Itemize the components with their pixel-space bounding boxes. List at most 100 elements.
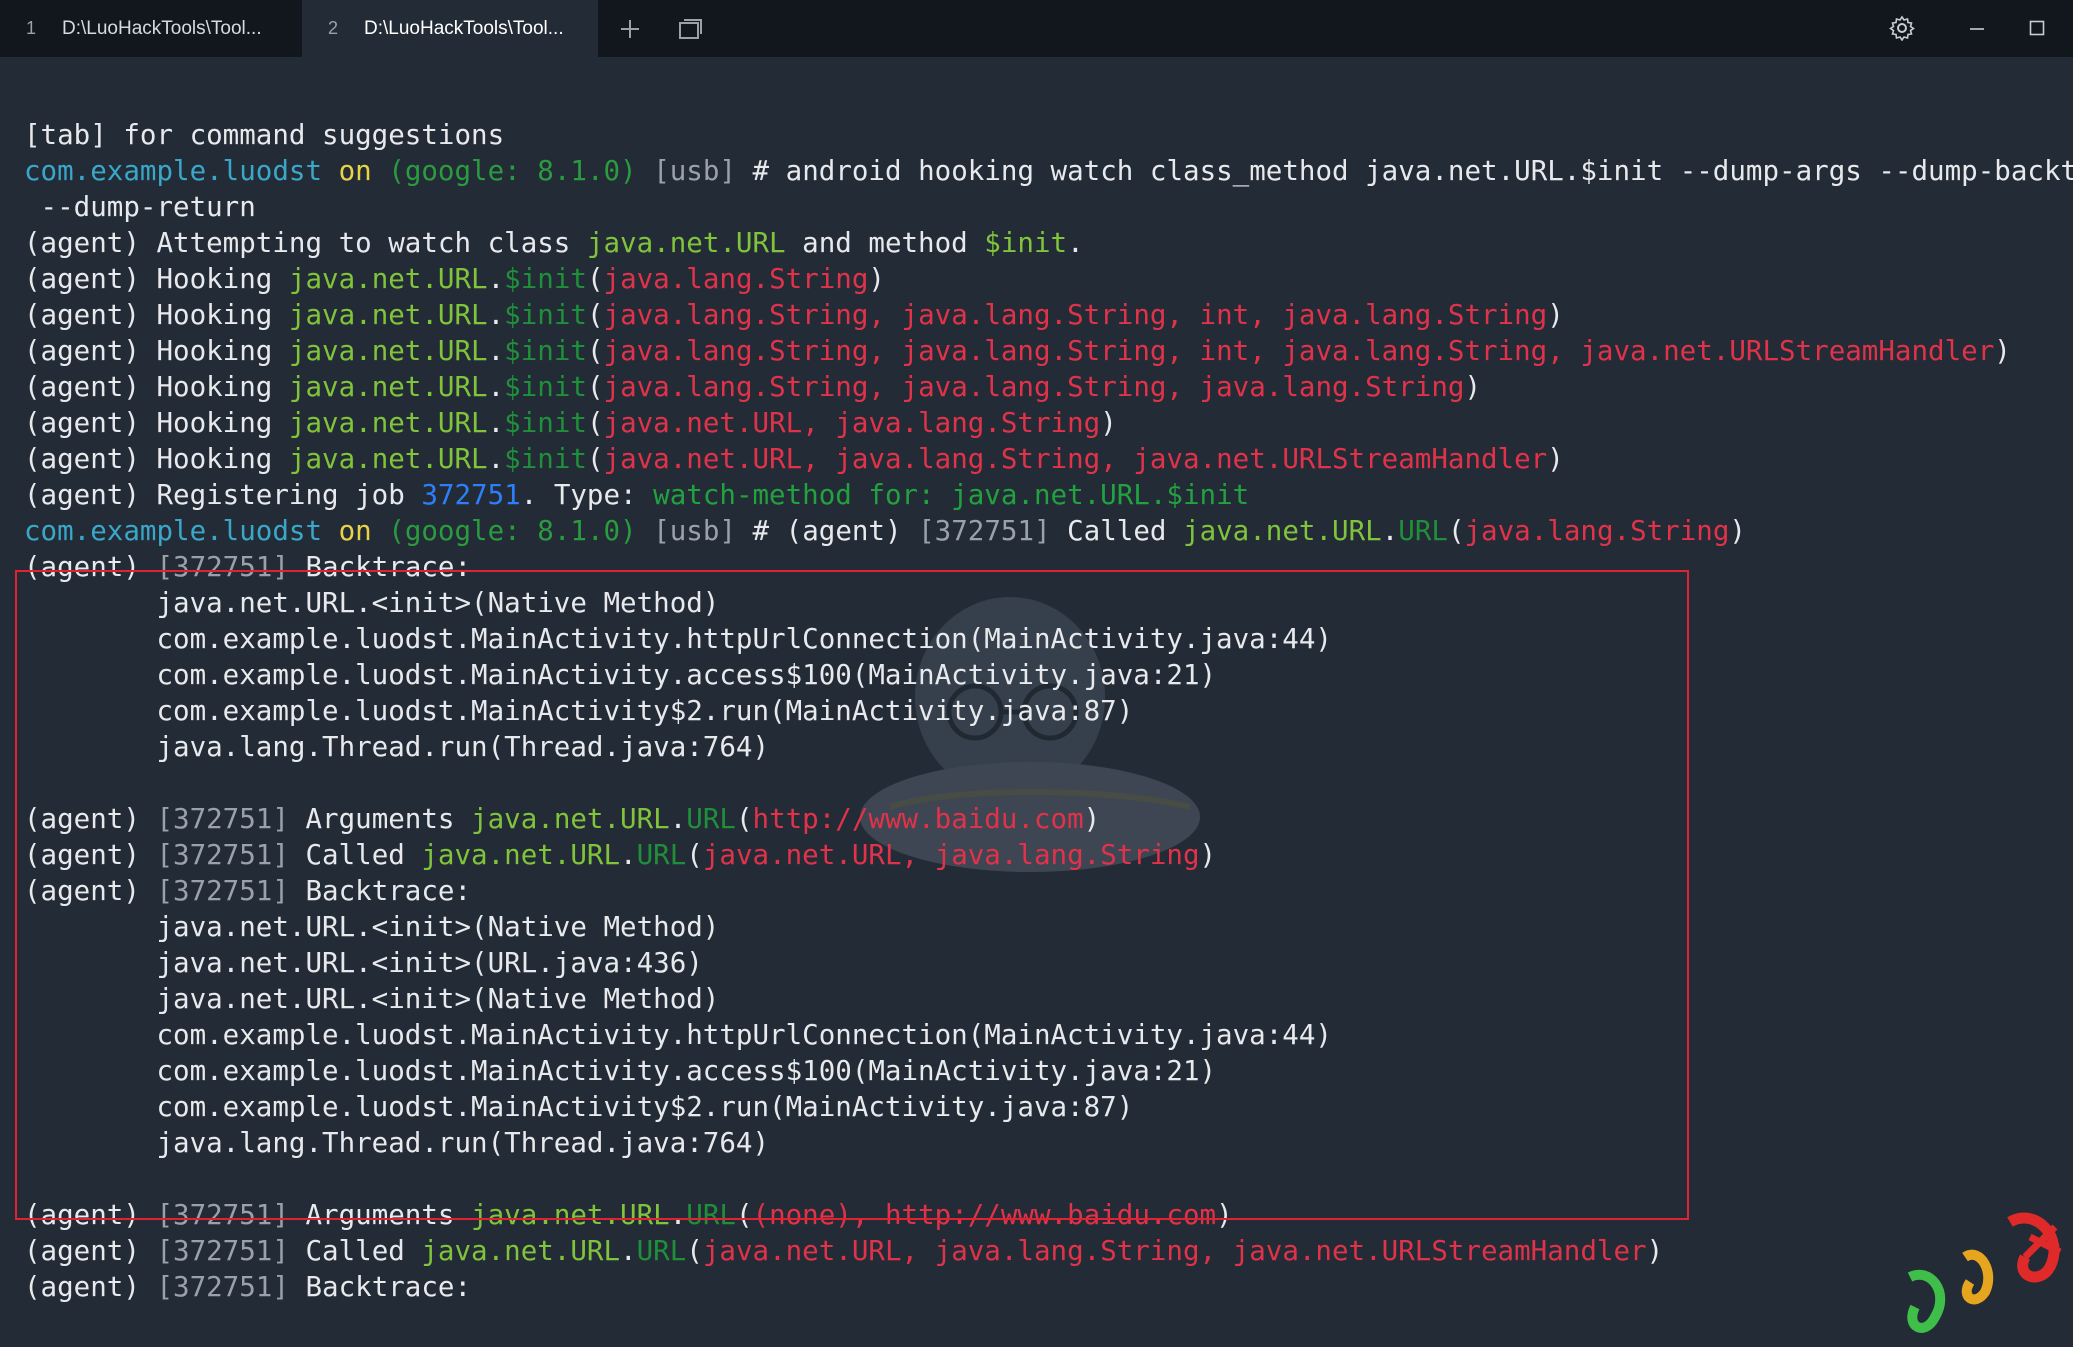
terminal-text: java.lang.String (603, 263, 869, 295)
terminal-line: (agent) Hooking java.net.URL.$init(java.… (24, 405, 2073, 441)
terminal-text: (agent) Hooking (24, 407, 289, 439)
terminal-text: (agent) Hooking (24, 263, 289, 295)
terminal-text: [usb] (653, 515, 736, 547)
terminal-text: $init (504, 443, 587, 475)
tab-number: 2 (328, 18, 339, 38)
terminal-text: ( (586, 335, 604, 367)
terminal-text: java.net.URL (288, 335, 488, 367)
terminal-text: java.net.URL (288, 371, 488, 403)
maximize-icon (2029, 20, 2045, 36)
terminal-text: . (487, 407, 505, 439)
tab-1[interactable]: 1 D:\LuoHackTools\Tool... (0, 0, 300, 57)
terminal-text: URL (636, 1235, 687, 1267)
terminal-text: java.net.URL (288, 299, 488, 331)
terminal-text: ( (586, 407, 604, 439)
terminal-line: (agent) Hooking java.net.URL.$init(java.… (24, 333, 2073, 369)
terminal-pane[interactable]: [tab] for command suggestions com.example… (0, 57, 2073, 1333)
settings-button[interactable] (1880, 8, 1924, 48)
terminal-text: (agent) (24, 1271, 157, 1303)
brand-logo-icon (1907, 1212, 2062, 1333)
terminal-text: $init (504, 371, 587, 403)
terminal-text: (google: 8.1.0) (388, 515, 637, 547)
terminal-text: . (1067, 227, 1084, 259)
terminal-text: $init (984, 227, 1068, 259)
tab-title: D:\LuoHackTools\Tool... (364, 17, 564, 39)
terminal-text: java.net.URL, java.lang.String (603, 407, 1101, 439)
terminal-text: $init (504, 407, 587, 439)
terminal-text: (agent) Registering job (24, 479, 422, 511)
terminal-text: (agent) Hooking (24, 371, 289, 403)
terminal-text: java.lang.String (1464, 515, 1730, 547)
terminal-text: ( (1447, 515, 1465, 547)
terminal-text: java.net.URL, java.lang.String, java.net… (702, 1235, 1647, 1267)
terminal-text: java.net.URL, java.lang.String, java.net… (603, 443, 1548, 475)
terminal-text: (agent) Attempting to watch class (24, 227, 587, 259)
terminal-text: com.example.luodst (24, 155, 323, 187)
terminal-text: java.net.URL (288, 443, 488, 475)
tab-number: 1 (26, 18, 37, 38)
terminal-text: ) (1994, 335, 2011, 367)
gear-icon (1889, 15, 1915, 41)
tab-2[interactable]: 2 D:\LuoHackTools\Tool... (302, 0, 598, 57)
terminal-text: ( (586, 371, 604, 403)
terminal-line: com.example.luodst on (google: 8.1.0) [u… (24, 513, 2073, 549)
terminal-text: Backtrace: (288, 1271, 472, 1303)
minimize-button[interactable] (1955, 8, 1999, 48)
terminal-line: (agent) Attempting to watch class java.n… (24, 225, 2073, 261)
terminal-text: $init (504, 263, 587, 295)
terminal-text: . (487, 371, 505, 403)
terminal-text: ( (686, 1235, 703, 1267)
terminal-text: [usb] (653, 155, 736, 187)
terminal-text: java.net.URL (1183, 515, 1382, 547)
terminal-text: java.net.URL (586, 227, 786, 259)
tab-title: D:\LuoHackTools\Tool... (62, 17, 262, 39)
minimize-icon (1970, 28, 1984, 30)
new-tab-button[interactable] (610, 10, 650, 48)
terminal-text: ( (586, 263, 604, 295)
tabs-icon (679, 19, 702, 39)
terminal-text: URL (1398, 515, 1448, 547)
terminal-text: 372751 (421, 479, 521, 511)
terminal-text: watch-method for: java.net.URL.$init (653, 479, 1250, 511)
terminal-line: (agent) Hooking java.net.URL.$init(java.… (24, 297, 2073, 333)
terminal-text: ( (586, 299, 604, 331)
terminal-text: java.net.URL (288, 407, 488, 439)
terminal-text: [372751] (156, 1271, 289, 1303)
terminal-text: Called (1050, 515, 1184, 547)
terminal-text: . (487, 443, 505, 475)
terminal-text: (google: 8.1.0) (388, 155, 637, 187)
terminal-text: (agent) Hooking (24, 443, 289, 475)
terminal-text: ) (868, 263, 885, 295)
tab-overview-button[interactable] (670, 10, 710, 48)
maximize-button[interactable] (2015, 8, 2059, 48)
terminal-text: . (487, 263, 505, 295)
terminal-line: --dump-return (24, 189, 2073, 225)
terminal-text: ) (1547, 299, 1564, 331)
terminal-text: $init (504, 335, 587, 367)
terminal-text: (agent) Hooking (24, 299, 289, 331)
terminal-text: on (338, 155, 372, 187)
terminal-line: (agent) [372751] Called java.net.URL.URL… (24, 1233, 2073, 1269)
terminal-text: (agent) Hooking (24, 335, 289, 367)
terminal-text: . (1381, 515, 1399, 547)
terminal-text: ( (586, 443, 604, 475)
terminal-text: ) (1729, 515, 1746, 547)
terminal-text: . Type: (520, 479, 654, 511)
terminal-text: # android hooking watch class_method jav… (735, 155, 2073, 187)
terminal-text: [372751] (918, 515, 1051, 547)
terminal-text: # (agent) (735, 515, 919, 547)
terminal-text: on (338, 515, 372, 547)
terminal-text: ) (1100, 407, 1117, 439)
terminal-text: com.example.luodst (24, 515, 323, 547)
terminal-line: [tab] for command suggestions (24, 117, 2073, 153)
terminal-text: Called (288, 1235, 422, 1267)
terminal-text: java.lang.String, java.lang.String, int,… (603, 335, 1995, 367)
terminal-text: . (487, 335, 505, 367)
terminal-text: --dump-return (24, 191, 256, 223)
terminal-line: (agent) Hooking java.net.URL.$init(java.… (24, 261, 2073, 297)
